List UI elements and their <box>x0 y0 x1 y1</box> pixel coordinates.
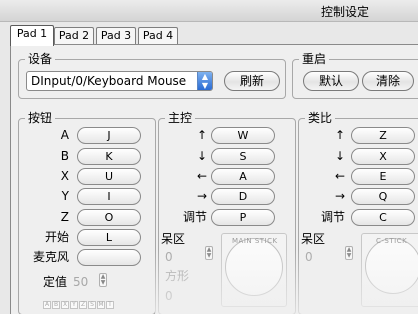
button-a-binding[interactable]: J <box>77 127 141 144</box>
c-up-binding[interactable]: Z <box>351 127 415 144</box>
button-y-label: Y <box>61 189 69 203</box>
meter-x: X <box>61 301 69 309</box>
threshold-stepper-icon[interactable]: ▲ ▼ <box>99 273 107 287</box>
main-dead-zone-value[interactable]: 0 <box>165 250 173 264</box>
tab-pad-4[interactable]: Pad 4 <box>138 27 178 45</box>
main-right-binding[interactable]: D <box>211 188 275 205</box>
main-stick-canvas-label: MAIN STICK <box>232 237 278 245</box>
c-dead-zone-value[interactable]: 0 <box>305 250 313 264</box>
tab-pad-2[interactable]: Pad 2 <box>54 27 94 45</box>
meter-s: S <box>88 301 96 309</box>
meter-z: Z <box>79 301 87 309</box>
button-b-label: B <box>60 149 69 163</box>
c-stick-group-label: 类比 <box>305 111 336 125</box>
main-dead-zone-stepper-icon[interactable]: ▲ ▼ <box>205 246 213 260</box>
meter-t: T <box>106 301 114 309</box>
c-left-binding[interactable]: E <box>351 168 415 185</box>
threshold-value[interactable]: 50 <box>73 275 88 289</box>
c-modifier-binding[interactable]: C <box>351 209 415 226</box>
c-right-binding[interactable]: Q <box>351 188 415 205</box>
main-up-label: ↑ <box>196 128 207 142</box>
title-bar: 控制设定 <box>0 0 418 22</box>
button-z-label: Z <box>60 210 69 224</box>
main-down-binding[interactable]: S <box>211 148 275 165</box>
c-right-label: → <box>334 189 345 203</box>
main-stick-group: 主控 ↑ W ↓ S ← A → D 调节 P 呆区 0 ▲ ▼ 方形 0 MAI… <box>158 111 296 314</box>
buttons-group: 按钮 A J B K X U Y I Z O 开始 L 麦克风 定值 50 ▲ ▼… <box>18 111 156 314</box>
meter-y: Y <box>70 301 78 309</box>
c-up-label: ↑ <box>334 128 345 142</box>
button-z-binding[interactable]: O <box>77 209 141 226</box>
button-mic-binding[interactable] <box>77 249 141 266</box>
c-stick-group: 类比 ↑ Z ↓ X ← E → Q 调节 C 呆区 0 ▲ ▼ C-STICK <box>298 111 418 314</box>
c-dead-zone-label: 呆区 <box>301 232 326 246</box>
window-title: 控制设定 <box>320 5 369 19</box>
button-meter-row: ABXYZSMT <box>43 295 115 309</box>
button-x-label: X <box>60 169 69 183</box>
threshold-label: 定值 <box>43 275 68 289</box>
tab-pad-1[interactable]: Pad 1 <box>10 25 54 46</box>
c-modifier-label: 调节 <box>320 210 345 224</box>
select-arrows-icon: ▲ ▼ <box>197 72 212 90</box>
main-shape-value[interactable]: 0 <box>165 289 173 303</box>
meter-b: B <box>52 301 60 309</box>
main-modifier-label: 调节 <box>182 210 207 224</box>
c-stick-range-icon <box>365 238 418 294</box>
c-stick-canvas: C-STICK <box>361 233 418 307</box>
main-stick-range-icon <box>225 238 283 296</box>
reset-group: 重启 默认 清除 <box>292 52 418 99</box>
c-left-label: ← <box>334 169 345 183</box>
main-up-binding[interactable]: W <box>211 127 275 144</box>
c-down-binding[interactable]: X <box>351 148 415 165</box>
main-left-binding[interactable]: A <box>211 168 275 185</box>
main-modifier-binding[interactable]: P <box>211 209 275 226</box>
button-a-label: A <box>60 128 69 142</box>
device-group-label: 设备 <box>25 52 56 66</box>
button-y-binding[interactable]: I <box>77 188 141 205</box>
clear-button[interactable]: 清除 <box>362 71 414 91</box>
c-down-label: ↓ <box>334 149 345 163</box>
buttons-group-label: 按钮 <box>25 111 56 125</box>
button-start-label: 开始 <box>44 230 69 244</box>
button-start-binding[interactable]: L <box>77 229 141 246</box>
button-x-binding[interactable]: U <box>77 168 141 185</box>
meter-m: M <box>97 301 105 309</box>
button-b-binding[interactable]: K <box>77 148 141 165</box>
meter-a: A <box>43 301 51 309</box>
device-select-value: DInput/0/Keyboard Mouse <box>31 74 187 88</box>
main-shape-label: 方形 <box>165 269 190 283</box>
tab-pane: 设备 DInput/0/Keyboard Mouse ▲ ▼ 刷新 重启 默认 清… <box>10 44 418 314</box>
c-dead-zone-stepper-icon[interactable]: ▲ ▼ <box>345 246 353 260</box>
reset-group-label: 重启 <box>299 52 330 66</box>
c-stick-canvas-label: C-STICK <box>376 237 408 245</box>
refresh-button[interactable]: 刷新 <box>224 71 280 91</box>
main-left-label: ← <box>196 169 207 183</box>
main-dead-zone-label: 呆区 <box>161 232 186 246</box>
tab-pad-3[interactable]: Pad 3 <box>96 27 136 45</box>
button-mic-label: 麦克风 <box>32 250 69 264</box>
main-stick-group-label: 主控 <box>165 111 196 125</box>
device-select[interactable]: DInput/0/Keyboard Mouse ▲ ▼ <box>26 71 213 91</box>
main-down-label: ↓ <box>196 149 207 163</box>
default-button[interactable]: 默认 <box>303 71 359 91</box>
main-right-label: → <box>196 189 207 203</box>
main-stick-canvas: MAIN STICK <box>221 233 287 307</box>
device-group: 设备 DInput/0/Keyboard Mouse ▲ ▼ 刷新 <box>18 52 286 99</box>
